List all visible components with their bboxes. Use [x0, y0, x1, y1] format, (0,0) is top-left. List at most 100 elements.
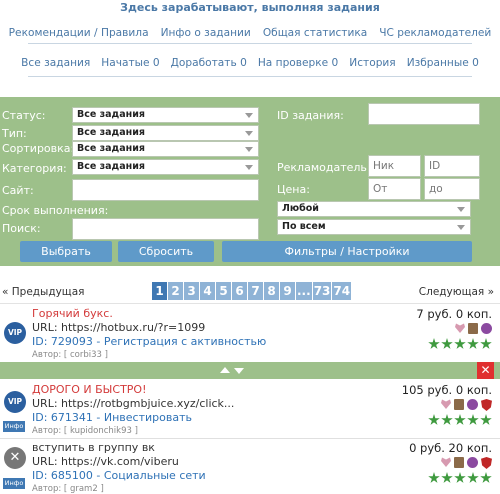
divider	[28, 43, 472, 44]
tools-icon: ✕	[4, 447, 26, 469]
page-4[interactable]: 4	[200, 282, 215, 300]
deadline-select[interactable]: Любой	[277, 201, 471, 217]
task-id-input[interactable]	[368, 103, 480, 125]
page-6[interactable]: 6	[232, 282, 247, 300]
page-ellipsis: ...	[296, 282, 312, 300]
info-badge[interactable]: Инфо	[3, 478, 25, 489]
tab-rework[interactable]: Доработать 0	[171, 57, 247, 69]
page-7[interactable]: 7	[248, 282, 263, 300]
task-url: URL: https://rotbgmbjuice.xyz/click...	[32, 397, 235, 410]
star-icon	[441, 414, 453, 425]
task-title[interactable]: Горячий букс.	[32, 307, 113, 320]
tab-review[interactable]: На проверке 0	[258, 57, 338, 69]
task-icons	[441, 399, 492, 411]
search-label: Поиск:	[2, 222, 41, 235]
tab-started[interactable]: Начатые 0	[101, 57, 159, 69]
trash-icon[interactable]	[454, 457, 464, 468]
star-icon	[454, 414, 466, 425]
star-icon	[480, 472, 492, 483]
rating-stars	[428, 338, 492, 350]
rating-stars	[428, 472, 492, 484]
advertiser-nick-input[interactable]: Ник	[368, 155, 421, 177]
vip-badge-icon: VIP	[4, 322, 26, 344]
type-select[interactable]: Все задания	[72, 125, 259, 141]
prev-page-link[interactable]: « Предыдущая	[2, 286, 84, 298]
shield-warning-icon[interactable]	[481, 457, 492, 469]
chevron-down-icon[interactable]	[234, 368, 244, 374]
task-id-label: ID задания:	[277, 109, 344, 122]
heart-icon[interactable]	[441, 457, 451, 467]
bug-icon[interactable]	[481, 323, 492, 334]
category-select[interactable]: Все задания	[72, 159, 259, 175]
task-expand-bar: ✕	[0, 362, 500, 379]
page-5[interactable]: 5	[216, 282, 231, 300]
task-author[interactable]: Автор: [ kupidonchik93 ]	[32, 426, 138, 436]
site-input[interactable]	[72, 179, 259, 201]
advertiser-id-input[interactable]: ID	[424, 155, 480, 177]
task-id-link[interactable]: ID: 729093 - Регистрация с активностью	[32, 335, 266, 348]
task-title[interactable]: ДОРОГО И БЫСТРО!	[32, 383, 147, 396]
page-74[interactable]: 74	[332, 282, 352, 300]
page-73[interactable]: 73	[312, 282, 332, 300]
task-item[interactable]: VIP Горячий букс. URL: https://hotbux.ru…	[0, 307, 500, 360]
reset-button[interactable]: Сбросить	[118, 241, 214, 262]
tab-favorites[interactable]: Избранные 0	[407, 57, 479, 69]
task-id-link[interactable]: ID: 671341 - Инвестировать	[32, 411, 192, 424]
trash-icon[interactable]	[454, 399, 464, 410]
shield-warning-icon[interactable]	[481, 399, 492, 411]
chevron-down-icon	[457, 207, 465, 212]
star-icon	[467, 338, 479, 349]
info-badge[interactable]: Инфо	[3, 421, 25, 432]
star-icon	[428, 338, 440, 349]
next-page-link[interactable]: Следующая »	[419, 286, 494, 298]
task-item[interactable]: ✕ Инфо вступить в группу вк URL: https:/…	[0, 441, 500, 494]
task-price: 7 руб. 0 коп.	[416, 307, 492, 321]
star-icon	[480, 414, 492, 425]
task-item[interactable]: VIP Инфо ДОРОГО И БЫСТРО! URL: https://r…	[0, 383, 500, 436]
star-icon	[441, 338, 453, 349]
page-2[interactable]: 2	[168, 282, 183, 300]
page-9[interactable]: 9	[280, 282, 295, 300]
filter-settings-button[interactable]: Фильтры / Настройки	[222, 241, 472, 262]
trash-icon[interactable]	[468, 323, 478, 334]
search-input[interactable]	[72, 218, 259, 240]
bug-icon[interactable]	[467, 457, 478, 468]
task-title[interactable]: вступить в группу вк	[32, 441, 155, 454]
heart-icon[interactable]	[455, 323, 465, 333]
star-icon	[467, 414, 479, 425]
tab-all[interactable]: Все задания	[21, 57, 90, 69]
page-3[interactable]: 3	[184, 282, 199, 300]
heart-icon[interactable]	[441, 399, 451, 409]
scope-select[interactable]: По всем	[277, 219, 471, 235]
star-icon	[454, 472, 466, 483]
page-1[interactable]: 1	[152, 282, 167, 300]
task-icons	[441, 457, 492, 469]
tabs-nav: Все задания Начатые 0 Доработать 0 На пр…	[0, 57, 500, 69]
task-icons	[455, 323, 492, 334]
task-price: 105 руб. 0 коп.	[401, 383, 492, 397]
chevron-down-icon	[245, 147, 253, 152]
chevron-up-icon[interactable]	[220, 367, 230, 373]
status-select[interactable]: Все задания	[72, 107, 259, 123]
task-id-link[interactable]: ID: 685100 - Социальные сети	[32, 469, 206, 482]
nav-task-info[interactable]: Инфо о задании	[161, 27, 251, 39]
type-label: Тип:	[2, 127, 27, 140]
tab-history[interactable]: История	[349, 57, 395, 69]
bug-icon[interactable]	[467, 399, 478, 410]
divider	[0, 303, 500, 304]
close-icon[interactable]: ✕	[477, 362, 494, 379]
page-8[interactable]: 8	[264, 282, 279, 300]
nav-blacklist[interactable]: ЧС рекламодателей	[379, 27, 491, 39]
nav-statistics[interactable]: Общая статистика	[263, 27, 367, 39]
star-icon	[428, 414, 440, 425]
nav-recommendations[interactable]: Рекомендации / Правила	[9, 27, 149, 39]
sort-select[interactable]: Все задания	[72, 141, 259, 157]
task-author[interactable]: Автор: [ corbi33 ]	[32, 350, 108, 360]
select-button[interactable]: Выбрать	[20, 241, 112, 262]
top-nav: Рекомендации / Правила Инфо о задании Об…	[0, 27, 500, 39]
price-from-input[interactable]: От	[368, 178, 421, 200]
star-icon	[467, 472, 479, 483]
star-icon	[428, 472, 440, 483]
task-url: URL: https://vk.com/viberu	[32, 455, 179, 468]
price-to-input[interactable]: до	[424, 178, 480, 200]
